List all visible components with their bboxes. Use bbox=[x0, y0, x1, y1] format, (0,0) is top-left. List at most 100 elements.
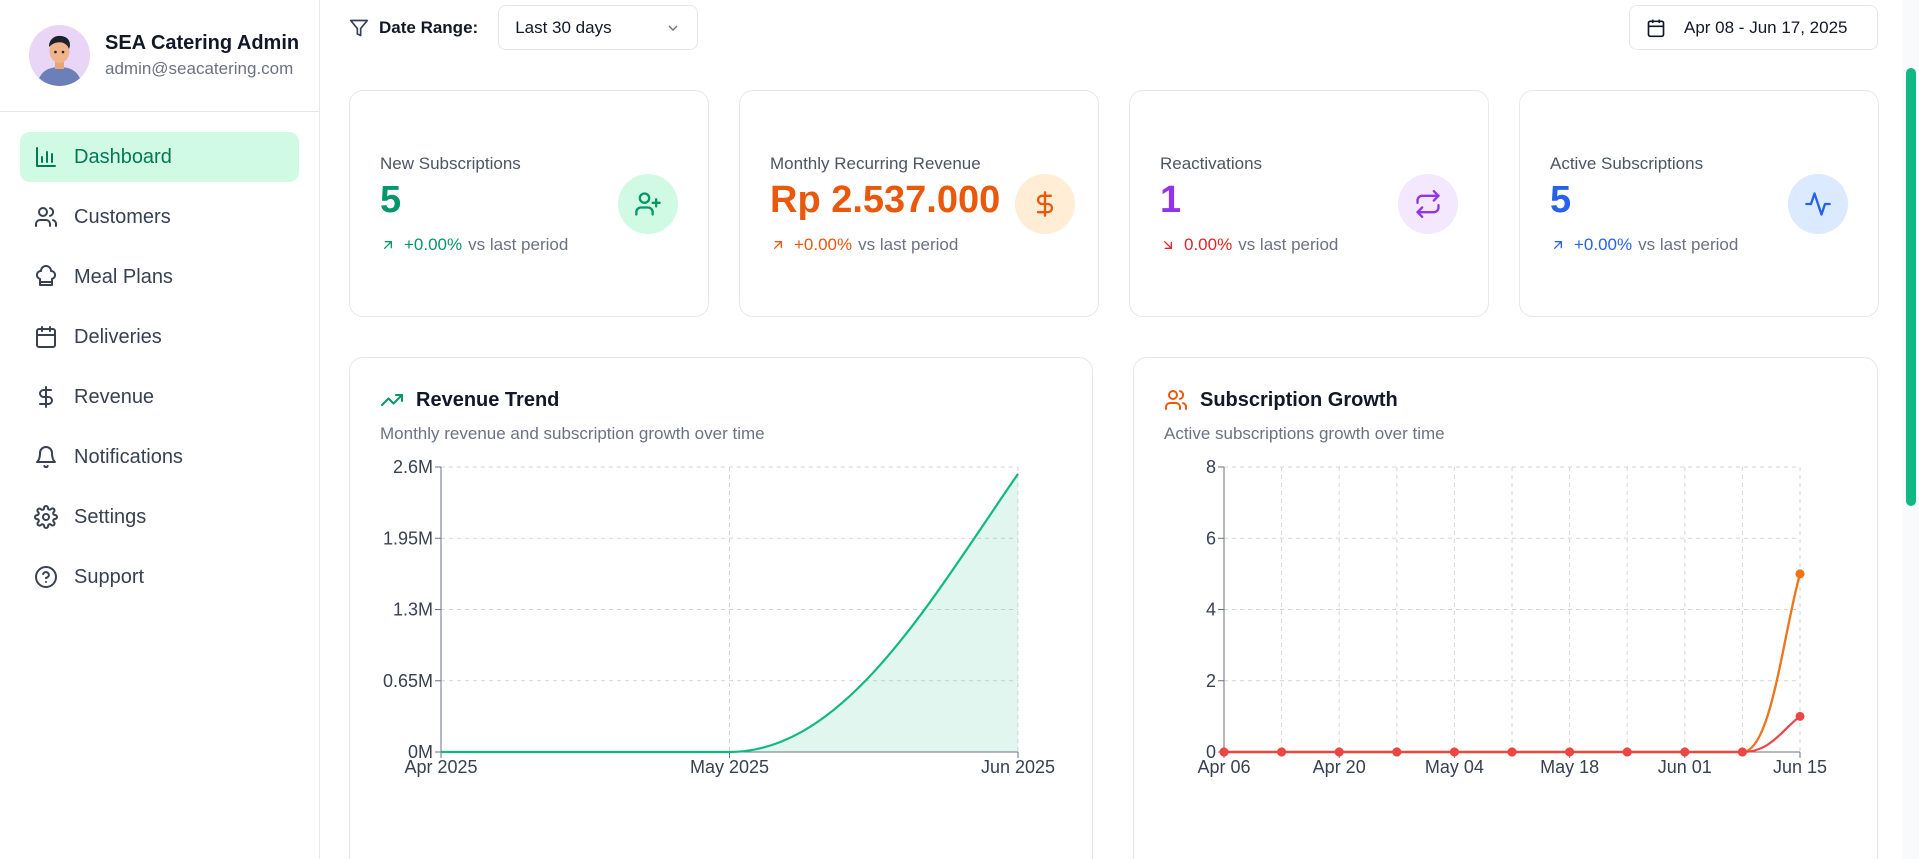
data-point bbox=[1392, 747, 1402, 757]
user-plus-icon bbox=[618, 174, 678, 234]
profile-email: admin@seacatering.com bbox=[105, 58, 294, 78]
data-point bbox=[1795, 569, 1805, 579]
sidebar-item-label: Settings bbox=[74, 505, 147, 528]
date-range-filter-label: Date Range: bbox=[349, 18, 478, 38]
users-icon bbox=[34, 205, 58, 229]
data-point bbox=[1277, 747, 1287, 757]
data-point bbox=[1565, 747, 1575, 757]
subscription-growth-chart: 02468Apr 06 Apr 20 May 04 May 18 Jun 01 Jun 1… bbox=[1197, 457, 1827, 777]
stat-card-active-subscriptions: Active Subscriptions 5 +0.00% vs last pe… bbox=[1519, 90, 1879, 317]
data-point bbox=[1737, 747, 1747, 757]
x-tick-label: May 2025 bbox=[690, 757, 769, 777]
sidebar-item-settings[interactable]: Settings bbox=[20, 492, 299, 542]
sidebar-item-label: Notifications bbox=[74, 445, 183, 468]
stat-card-mrr: Monthly Recurring Revenue Rp 2.537.000 +… bbox=[739, 90, 1099, 317]
x-tick-label: Apr 06 bbox=[1197, 757, 1250, 777]
stat-label: New Subscriptions bbox=[380, 154, 521, 173]
arrow-up-right-icon bbox=[774, 241, 782, 249]
calendar-icon bbox=[34, 325, 58, 349]
y-tick-label: 0.65M bbox=[383, 671, 433, 691]
y-tick-label: 2 bbox=[1206, 671, 1216, 691]
sidebar-item-label: Dashboard bbox=[74, 145, 172, 168]
arrow-up-right-icon bbox=[384, 241, 392, 249]
sidebar-nav: Dashboard Customers Meal Plans Deliverie… bbox=[0, 112, 319, 602]
sidebar-item-meal-plans[interactable]: Meal Plans bbox=[20, 252, 299, 302]
chevron-down-icon bbox=[668, 25, 678, 31]
data-point bbox=[1449, 747, 1459, 757]
arrow-up-right-icon bbox=[1554, 241, 1562, 249]
stat-delta: +0.00% vs last period bbox=[380, 235, 568, 255]
date-picker-value: Apr 08 - Jun 17, 2025 bbox=[1684, 17, 1848, 37]
profile-header: SEA Catering Admin admin@seacatering.com bbox=[0, 0, 319, 112]
stat-delta: 0.00% vs last period bbox=[1160, 235, 1338, 255]
y-tick-label: 6 bbox=[1206, 528, 1216, 548]
stat-value: 5 bbox=[380, 179, 402, 221]
arrow-down-right-icon bbox=[1164, 241, 1172, 249]
stat-value: Rp 2.537.000 bbox=[770, 179, 1001, 221]
stat-compare-text: vs last period bbox=[468, 235, 569, 254]
avatar[interactable] bbox=[29, 25, 90, 86]
data-point bbox=[1680, 747, 1690, 757]
stat-value: 5 bbox=[1550, 179, 1572, 221]
stat-delta: +0.00% vs last period bbox=[1550, 235, 1738, 255]
sidebar-item-support[interactable]: Support bbox=[20, 552, 299, 602]
stat-label: Active Subscriptions bbox=[1550, 154, 1704, 173]
repeat-icon bbox=[1398, 174, 1458, 234]
data-point bbox=[1219, 747, 1229, 757]
stat-card-new-subscriptions: New Subscriptions 5 +0.00% vs last perio… bbox=[349, 90, 709, 317]
sidebar-item-label: Deliveries bbox=[74, 325, 162, 348]
dollar-icon bbox=[1015, 174, 1075, 234]
subscription-growth-panel: Subscription Growth Active subscriptions… bbox=[1133, 357, 1878, 859]
stat-delta-value: +0.00% bbox=[404, 235, 463, 254]
stat-card-reactivations: Reactivations 1 0.00% vs last period bbox=[1129, 90, 1489, 317]
x-tick-label: Jun 15 bbox=[1773, 757, 1827, 777]
y-tick-label: 1.95M bbox=[383, 528, 433, 548]
sidebar-item-deliveries[interactable]: Deliveries bbox=[20, 312, 299, 362]
bell-icon bbox=[34, 445, 58, 469]
sidebar-item-revenue[interactable]: Revenue bbox=[20, 372, 299, 422]
stat-compare-text: vs last period bbox=[1638, 235, 1739, 254]
main-content: Date Range: Last 30 days Apr 08 - Jun 17… bbox=[321, 0, 1899, 859]
date-range-label-text: Date Range: bbox=[379, 17, 479, 37]
x-tick-label: Apr 2025 bbox=[404, 757, 477, 777]
y-tick-label: 4 bbox=[1206, 600, 1216, 620]
date-picker-button[interactable]: Apr 08 - Jun 17, 2025 bbox=[1629, 5, 1878, 50]
sidebar-item-dashboard[interactable]: Dashboard bbox=[20, 132, 299, 182]
data-point bbox=[1795, 711, 1805, 721]
gear-icon bbox=[34, 505, 58, 529]
filter-toolbar: Date Range: Last 30 days bbox=[349, 5, 699, 50]
stat-delta-value: +0.00% bbox=[794, 235, 853, 254]
calendar-icon bbox=[1647, 19, 1665, 37]
x-tick-label: Apr 20 bbox=[1313, 757, 1366, 777]
x-tick-label: Jun 01 bbox=[1658, 757, 1712, 777]
date-range-select-value: Last 30 days bbox=[515, 17, 612, 37]
y-tick-label: 1.3M bbox=[393, 600, 433, 620]
x-tick-label: Jun 2025 bbox=[981, 757, 1055, 777]
bar-chart-icon bbox=[34, 145, 58, 169]
stat-compare-text: vs last period bbox=[858, 235, 959, 254]
chef-hat-icon bbox=[34, 265, 58, 289]
revenue-trend-chart: 0M0.65M1.3M1.95M2.6MApr 2025 May 2025 Jun … bbox=[383, 457, 1055, 777]
activity-icon bbox=[1788, 174, 1848, 234]
sidebar-item-customers[interactable]: Customers bbox=[20, 192, 299, 242]
stat-delta-value: 0.00% bbox=[1184, 235, 1233, 254]
x-tick-label: May 04 bbox=[1425, 757, 1484, 777]
sidebar-item-notifications[interactable]: Notifications bbox=[20, 432, 299, 482]
profile-name: SEA Catering Admin bbox=[105, 31, 300, 54]
filter-icon bbox=[349, 19, 369, 36]
stat-compare-text: vs last period bbox=[1238, 235, 1339, 254]
vertical-scrollbar[interactable] bbox=[1903, 0, 1919, 859]
sidebar: SEA Catering Admin admin@seacatering.com… bbox=[0, 0, 320, 859]
help-circle-icon bbox=[34, 565, 58, 589]
dollar-icon bbox=[34, 385, 58, 409]
date-range-select[interactable]: Last 30 days bbox=[498, 5, 699, 50]
stat-value: 1 bbox=[1160, 179, 1182, 221]
y-tick-label: 8 bbox=[1206, 457, 1216, 477]
x-tick-label: May 18 bbox=[1540, 757, 1599, 777]
scrollbar-thumb[interactable] bbox=[1906, 68, 1916, 506]
stat-delta: +0.00% vs last period bbox=[770, 235, 958, 255]
sidebar-item-label: Support bbox=[74, 565, 145, 588]
data-point bbox=[1622, 747, 1632, 757]
data-point bbox=[1334, 747, 1344, 757]
stat-label: Reactivations bbox=[1160, 154, 1263, 173]
